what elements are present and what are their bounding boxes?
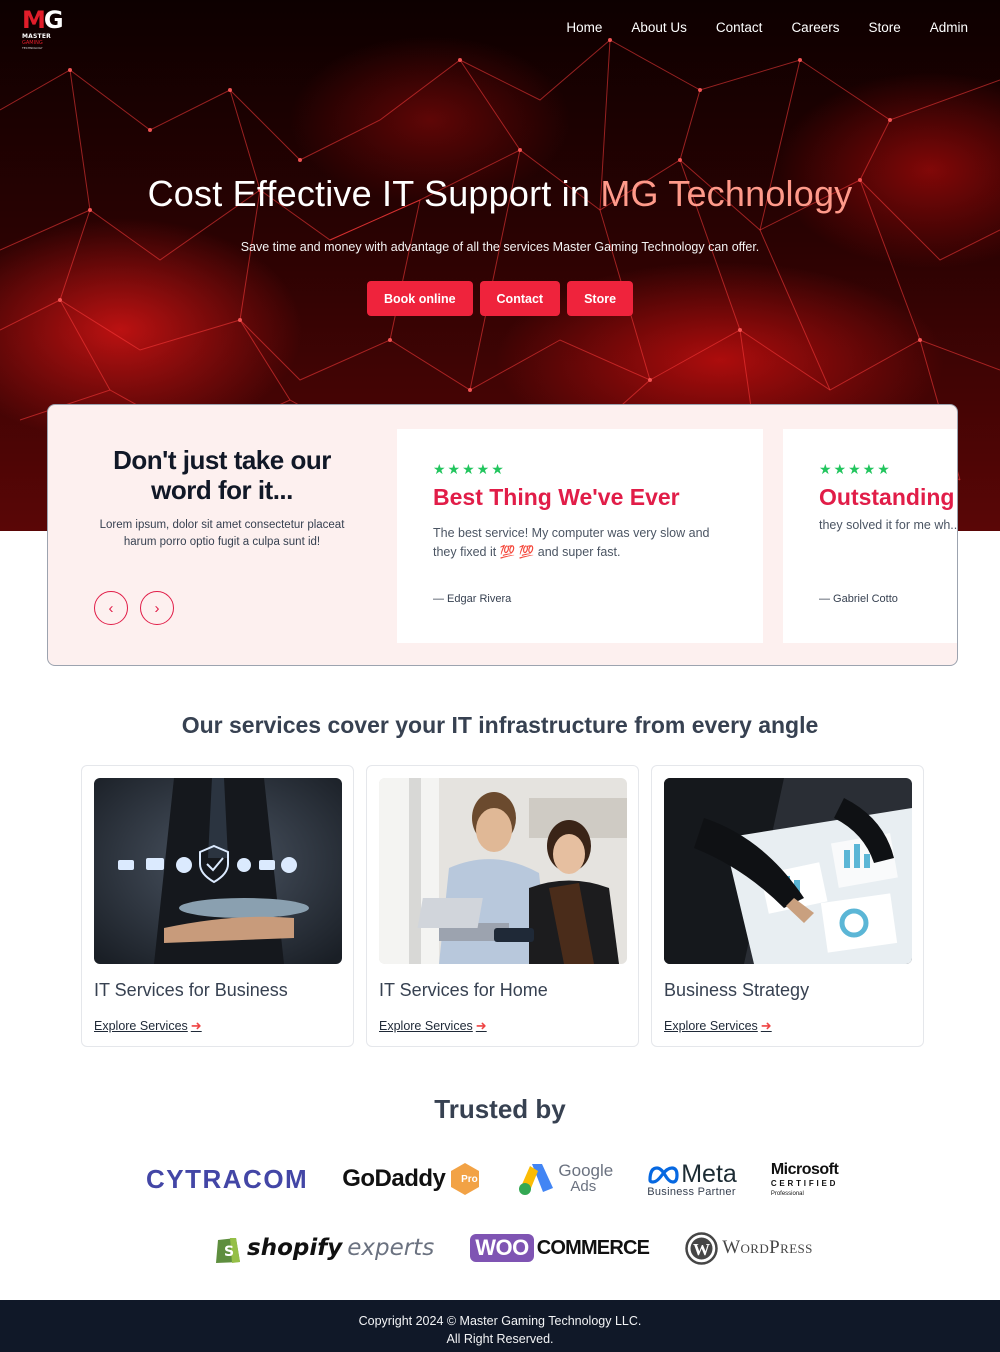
commerce-wordmark: COMMERCE [536,1236,650,1259]
hero-title-main: Cost Effective IT Support in [147,173,601,214]
service-image-home [379,778,627,964]
testimonial-author: — Edgar Rivera [433,593,512,605]
testimonials-intro: Don't just take our word for it... Lorem… [88,445,356,551]
experts-wordmark: experts [347,1235,435,1261]
explore-services-label: Explore Services [94,1019,188,1033]
explore-services-link[interactable]: Explore Services ➜ [379,1018,487,1034]
logo-mark: MMGG [22,6,64,34]
godaddy-wordmark: GoDaddy [342,1165,446,1192]
svg-text:W: W [693,1240,710,1259]
testimonial-author: — Gabriel Cotto [819,593,898,605]
shopify-bag-icon: S [216,1238,240,1263]
cytracom-wordmark: CYTRACOM [146,1163,309,1194]
contact-button[interactable]: Contact [479,281,561,316]
book-online-button[interactable]: Book online [367,281,473,316]
explore-services-link[interactable]: Explore Services ➜ [664,1018,772,1034]
service-card-title: IT Services for Home [379,980,548,1000]
explore-services-link[interactable]: Explore Services ➜ [94,1018,202,1034]
testimonials-intro-text: Lorem ipsum, dolor sit amet consectetur … [99,519,345,548]
arrow-right-icon: ➜ [475,1018,487,1033]
business-partner-label: Business Partner [647,1186,736,1198]
carousel-prev-button[interactable]: ‹ [94,591,128,625]
professional-label: Professional [770,1190,804,1197]
services-title: Our services cover your IT infrastructur… [181,712,819,738]
certified-label: CERTIFIED [770,1178,839,1188]
google-ads-logo: Google Ads [518,1162,613,1196]
testimonial-card: ★★★★★ Outstanding they solved it for me … [783,429,958,643]
explore-services-label: Explore Services [379,1019,473,1033]
wordpress-logo: W WordPress [685,1231,813,1265]
main-nav: Home About Us Contact Careers Store Admi… [566,20,968,35]
meta-wordmark: Meta [681,1160,737,1188]
nav-store[interactable]: Store [868,20,900,35]
hero-title-accent: MG Technology [600,173,853,214]
service-card-title: IT Services for Business [94,980,288,1000]
testimonial-card: ★★★★★ Best Thing We've Ever Done The bes… [397,429,763,643]
godaddy-pro-logo: GoDaddy Pro [342,1162,484,1196]
hero-title: Cost Effective IT Support in MG Technolo… [0,173,1000,215]
hero-buttons: Book online Contact Store [367,281,634,316]
google-ads-text: Google Ads [558,1161,614,1195]
service-card-strategy[interactable]: Business Strategy Explore Services ➜ [651,765,924,1047]
cytracom-logo: CYTRACOM [146,1164,308,1195]
testimonial-text: The best service! My computer was very s… [433,526,710,559]
wordpress-wordmark: WordPress [722,1237,813,1258]
service-card-business[interactable]: IT Services for Business Explore Service… [81,765,354,1047]
service-card-home[interactable]: IT Services for Home Explore Services ➜ [366,765,639,1047]
wordpress-w-icon: W [685,1231,718,1265]
chevron-right-icon: › [154,599,160,617]
carousel-controls: ‹ › [94,591,174,625]
meta-business-partner-logo: Meta Business Partner [647,1160,737,1198]
google-ads-icon [519,1164,554,1195]
rights-text: All Right Reserved. [446,1332,554,1346]
meta-infinity-icon [648,1165,679,1184]
star-rating-icon: ★★★★★ [433,462,506,478]
google-wordmark: Google [558,1161,614,1180]
testimonials-heading: Don't just take our word for it... [113,445,331,505]
arrow-right-icon: ➜ [190,1018,202,1033]
testimonial-title: Best Thing We've Ever Done [433,484,680,514]
trusted-title: Trusted by [434,1094,566,1124]
service-image-strategy [664,778,912,964]
logo-text-master: MASTER [22,33,51,40]
service-card-title: Business Strategy [664,980,810,1000]
copyright-text: Copyright 2024 © Master Gaming Technolog… [358,1314,642,1328]
testimonial-title: Outstanding [819,484,955,510]
microsoft-wordmark: Microsoft [770,1160,839,1178]
store-button[interactable]: Store [567,281,634,316]
nav-home[interactable]: Home [566,20,602,35]
logo-text-technology: TECHNOLOGY [22,46,43,50]
svg-text:S: S [224,1244,234,1260]
microsoft-certified-logo: Microsoft CERTIFIED Professional [771,1161,839,1198]
partner-logos-row-2: S shopify experts WOO COMMERCE W WordPre… [214,1228,813,1268]
partner-logos-row-1: CYTRACOM GoDaddy Pro Google Ads Meta Bus… [146,1158,839,1200]
service-image-business [94,778,342,964]
shopify-experts-logo: S shopify experts [214,1232,434,1264]
nav-contact[interactable]: Contact [716,20,763,35]
hero-subtitle: Save time and money with advantage of al… [240,240,760,254]
shopify-wordmark: shopify [247,1235,343,1261]
carousel-next-button[interactable]: › [140,591,174,625]
explore-services-label: Explore Services [664,1019,758,1033]
nav-about-us[interactable]: About Us [631,20,687,35]
chevron-left-icon: ‹ [108,599,114,617]
testimonial-text: they solved it for me wh... on the marke… [819,518,958,532]
site-logo[interactable]: MMGG MASTER GAMING TECHNOLOGY [22,7,68,51]
testimonials-section: Don't just take our word for it... Lorem… [47,404,958,666]
star-rating-icon: ★★★★★ [819,462,892,478]
site-footer: Copyright 2024 © Master Gaming Technolog… [0,1300,1000,1352]
arrow-right-icon: ➜ [760,1018,772,1033]
woocommerce-logo: WOO COMMERCE [470,1234,650,1262]
ads-wordmark: Ads [570,1178,597,1195]
woo-badge: WOO [470,1234,534,1262]
nav-careers[interactable]: Careers [791,20,839,35]
pro-badge-label: Pro [461,1173,478,1185]
nav-admin[interactable]: Admin [930,20,968,35]
